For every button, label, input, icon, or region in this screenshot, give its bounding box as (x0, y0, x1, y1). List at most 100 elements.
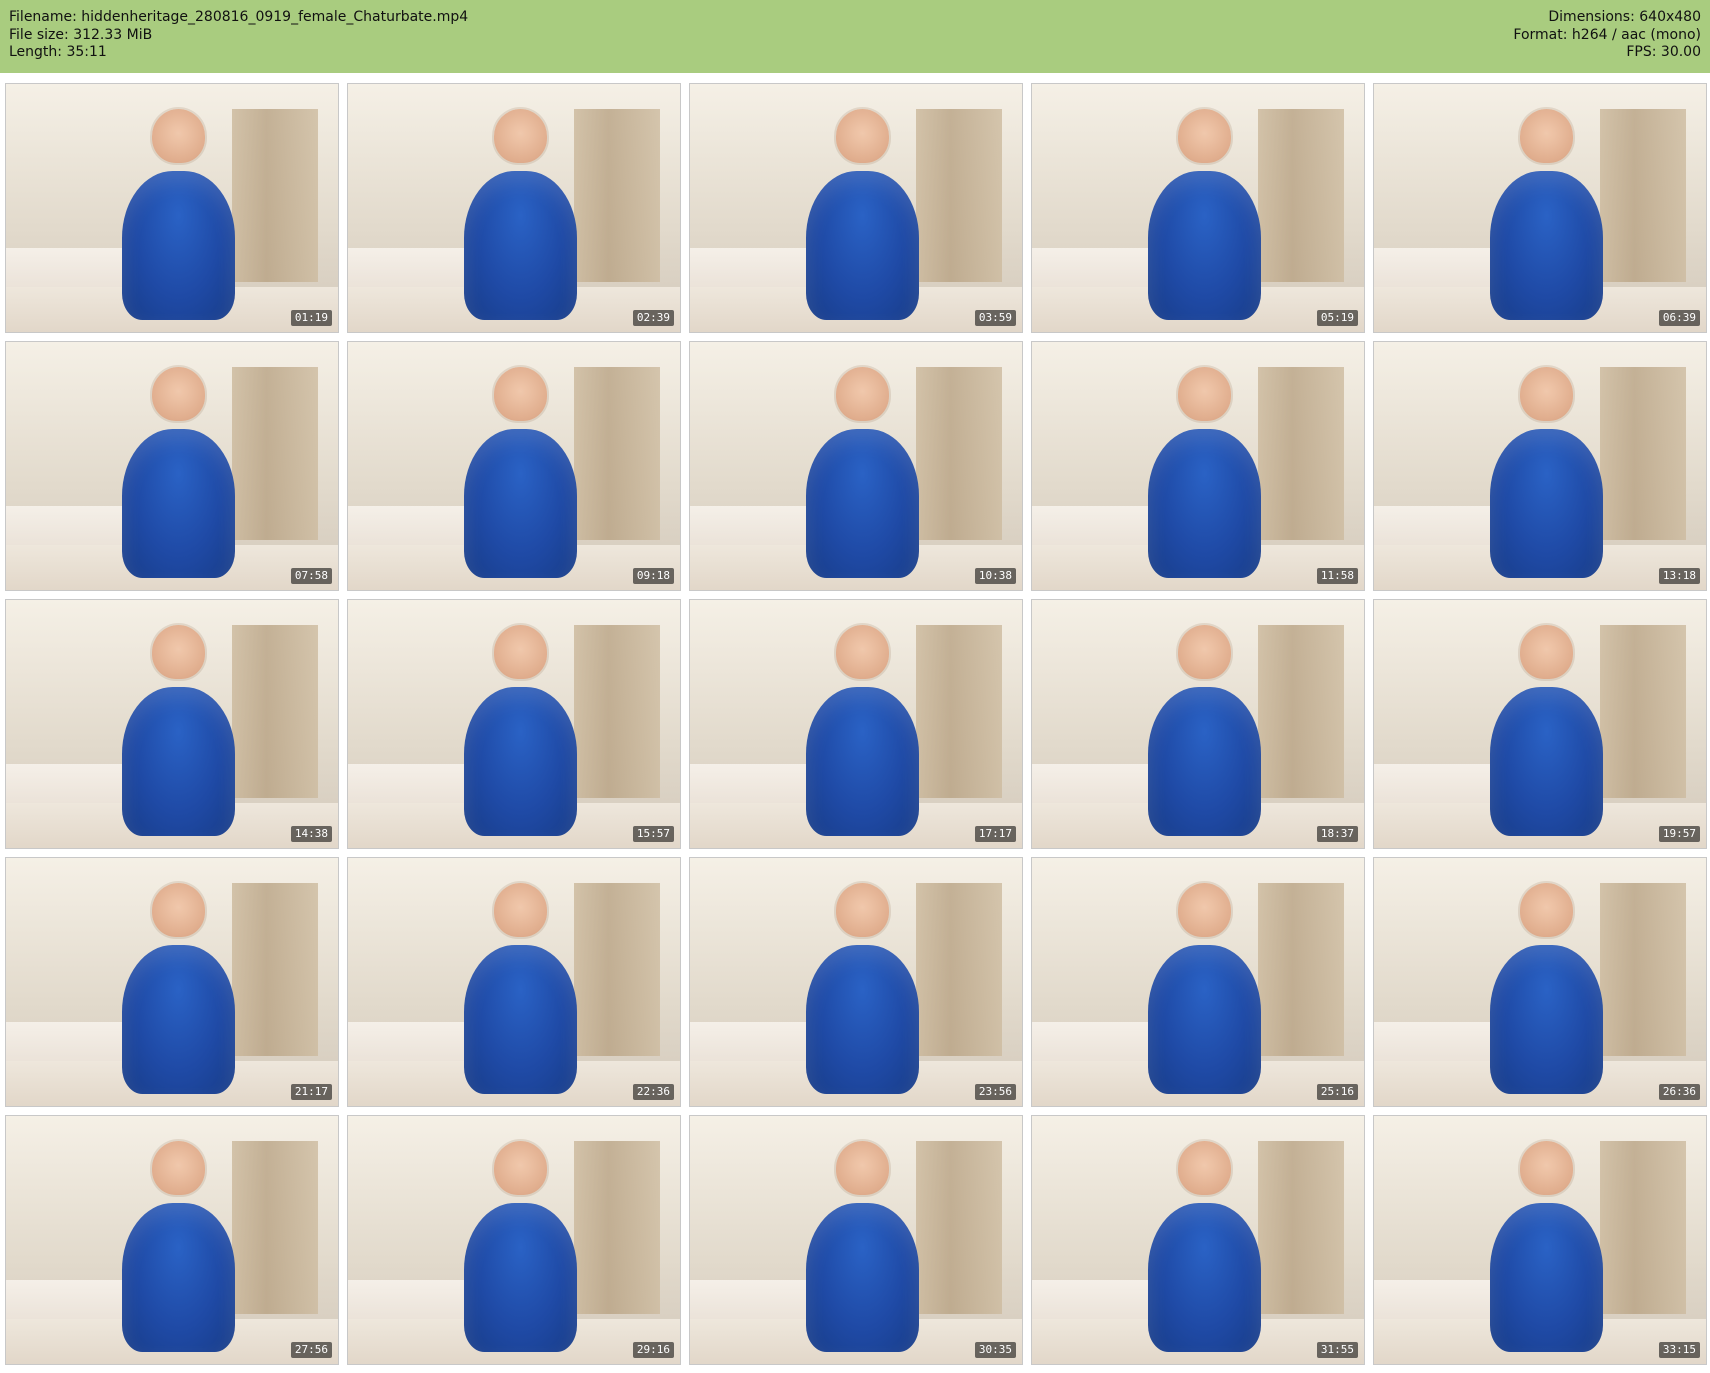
person-face (1520, 624, 1574, 680)
thumbnail-timestamp: 17:17 (974, 826, 1016, 842)
length-text: Length: 35:11 (9, 44, 107, 60)
blue-dress (464, 686, 578, 836)
blue-dress (1490, 1202, 1604, 1352)
blue-dress (806, 428, 920, 578)
room-curtain (1257, 882, 1345, 1057)
thumbnail-tile[interactable]: 21:17 (5, 857, 339, 1107)
room-curtain (1257, 1140, 1345, 1315)
room-curtain (573, 1140, 661, 1315)
thumbnail-image (348, 1116, 680, 1364)
thumbnail-tile[interactable]: 29:16 (347, 1115, 681, 1365)
thumbnail-tile[interactable]: 11:58 (1031, 341, 1365, 591)
thumbnail-timestamp: 15:57 (632, 826, 674, 842)
thumbnail-image (6, 342, 338, 590)
blue-dress (122, 686, 236, 836)
thumbnail-timestamp: 05:19 (1316, 310, 1358, 326)
thumbnail-image (6, 1116, 338, 1364)
thumbnail-image (1032, 84, 1364, 332)
thumbnail-timestamp: 25:16 (1316, 1084, 1358, 1100)
blue-dress (464, 944, 578, 1094)
blue-dress (806, 686, 920, 836)
header-left: Filename: hiddenheritage_280816_0919_fem… (9, 9, 468, 62)
room-curtain (573, 624, 661, 799)
thumbnail-image (6, 858, 338, 1106)
thumbnail-image (348, 342, 680, 590)
thumbnail-tile[interactable]: 27:56 (5, 1115, 339, 1365)
room-curtain (1257, 108, 1345, 283)
person-face (494, 108, 548, 164)
thumbnail-timestamp: 01:19 (290, 310, 332, 326)
dimensions-text: Dimensions: 640x480 (1548, 9, 1701, 25)
thumbnail-tile[interactable]: 25:16 (1031, 857, 1365, 1107)
room-curtain (1599, 882, 1687, 1057)
person-face (1178, 108, 1232, 164)
thumbnail-tile[interactable]: 31:55 (1031, 1115, 1365, 1365)
thumbnail-image (1032, 600, 1364, 848)
thumbnail-image (1374, 1116, 1706, 1364)
person-face (1520, 108, 1574, 164)
thumbnail-tile[interactable]: 07:58 (5, 341, 339, 591)
blue-dress (464, 428, 578, 578)
thumbnail-image (1032, 342, 1364, 590)
thumbnail-image (1374, 858, 1706, 1106)
blue-dress (1148, 944, 1262, 1094)
thumbnail-timestamp: 10:38 (974, 568, 1016, 584)
person-face (1178, 366, 1232, 422)
thumbnail-timestamp: 22:36 (632, 1084, 674, 1100)
blue-dress (806, 170, 920, 320)
thumbnail-tile[interactable]: 09:18 (347, 341, 681, 591)
room-curtain (1599, 366, 1687, 541)
blue-dress (1490, 428, 1604, 578)
thumbnail-tile[interactable]: 26:36 (1373, 857, 1707, 1107)
header-right: Dimensions: 640x480 Format: h264 / aac (… (1513, 9, 1701, 62)
thumbnail-image (1032, 858, 1364, 1106)
thumbnail-timestamp: 09:18 (632, 568, 674, 584)
thumbnail-timestamp: 11:58 (1316, 568, 1358, 584)
thumbnail-tile[interactable]: 05:19 (1031, 83, 1365, 333)
thumbnail-tile[interactable]: 33:15 (1373, 1115, 1707, 1365)
person-face (836, 366, 890, 422)
person-face (836, 108, 890, 164)
thumbnail-tile[interactable]: 14:38 (5, 599, 339, 849)
filename-text: Filename: hiddenheritage_280816_0919_fem… (9, 9, 469, 25)
room-curtain (1257, 366, 1345, 541)
person-face (1520, 366, 1574, 422)
person-face (152, 882, 206, 938)
thumbnail-tile[interactable]: 19:57 (1373, 599, 1707, 849)
room-curtain (1599, 108, 1687, 283)
thumbnail-timestamp: 06:39 (1658, 310, 1700, 326)
thumbnail-image (6, 84, 338, 332)
thumbnail-tile[interactable]: 18:37 (1031, 599, 1365, 849)
person-face (152, 108, 206, 164)
room-curtain (231, 108, 319, 283)
thumbnail-timestamp: 19:57 (1658, 826, 1700, 842)
thumbnail-tile[interactable]: 01:19 (5, 83, 339, 333)
thumbnail-tile[interactable]: 30:35 (689, 1115, 1023, 1365)
person-face (494, 624, 548, 680)
room-curtain (231, 1140, 319, 1315)
blue-dress (122, 944, 236, 1094)
thumbnail-tile[interactable]: 03:59 (689, 83, 1023, 333)
thumbnail-tile[interactable]: 13:18 (1373, 341, 1707, 591)
thumbnail-tile[interactable]: 02:39 (347, 83, 681, 333)
thumbnail-timestamp: 26:36 (1658, 1084, 1700, 1100)
thumbnail-timestamp: 07:58 (290, 568, 332, 584)
thumbnail-timestamp: 13:18 (1658, 568, 1700, 584)
blue-dress (1490, 944, 1604, 1094)
thumbnail-tile[interactable]: 10:38 (689, 341, 1023, 591)
blue-dress (122, 428, 236, 578)
thumbnail-tile[interactable]: 06:39 (1373, 83, 1707, 333)
thumbnail-tile[interactable]: 15:57 (347, 599, 681, 849)
person-face (1178, 882, 1232, 938)
blue-dress (1490, 686, 1604, 836)
fps-text: FPS: 30.00 (1626, 44, 1701, 60)
thumbnail-tile[interactable]: 22:36 (347, 857, 681, 1107)
person-face (152, 366, 206, 422)
blue-dress (464, 170, 578, 320)
person-face (1178, 1140, 1232, 1196)
thumbnail-tile[interactable]: 17:17 (689, 599, 1023, 849)
thumbnail-timestamp: 33:15 (1658, 1342, 1700, 1358)
thumbnail-timestamp: 02:39 (632, 310, 674, 326)
thumbnail-tile[interactable]: 23:56 (689, 857, 1023, 1107)
blue-dress (1148, 686, 1262, 836)
